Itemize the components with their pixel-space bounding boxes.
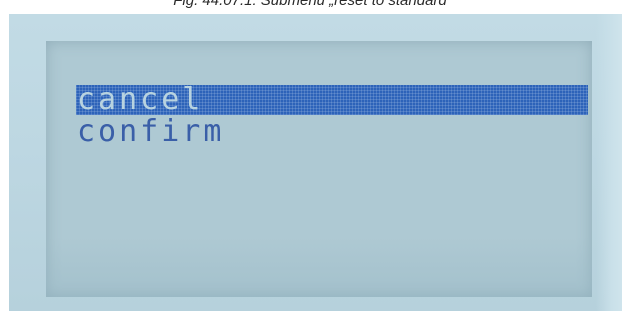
lcd-shade: [46, 237, 592, 297]
menu-item-cancel[interactable]: cancel: [76, 85, 588, 115]
figure: cancel confirm Fig. 44.07.1: Submenu „re…: [0, 0, 625, 311]
menu-item-confirm[interactable]: confirm: [76, 117, 588, 147]
lcd-screen: cancel confirm: [46, 41, 592, 297]
photo-glare: [596, 14, 622, 311]
device-photo: cancel confirm: [9, 14, 622, 311]
figure-caption: Fig. 44.07.1: Submenu „reset to standard…: [173, 0, 452, 9]
submenu-list: cancel confirm: [76, 85, 588, 147]
